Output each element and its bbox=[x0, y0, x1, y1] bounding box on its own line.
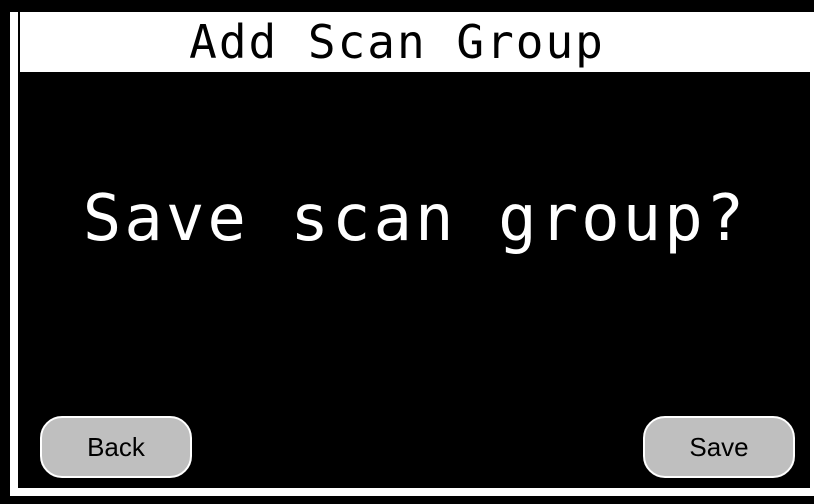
device-screen: Add Scan Group Save scan group? Back Sav… bbox=[0, 0, 814, 504]
title-bar: Add Scan Group bbox=[20, 12, 814, 72]
confirmation-prompt: Save scan group? bbox=[82, 182, 748, 256]
back-button-label: Back bbox=[87, 431, 145, 462]
frame-bottom-edge bbox=[10, 488, 814, 496]
save-button-label: Save bbox=[689, 431, 749, 462]
back-button[interactable]: Back bbox=[40, 416, 192, 478]
page-title: Add Scan Group bbox=[189, 15, 605, 69]
frame-right-edge bbox=[810, 12, 814, 496]
frame-left-edge bbox=[10, 12, 18, 496]
save-button[interactable]: Save bbox=[643, 416, 795, 478]
